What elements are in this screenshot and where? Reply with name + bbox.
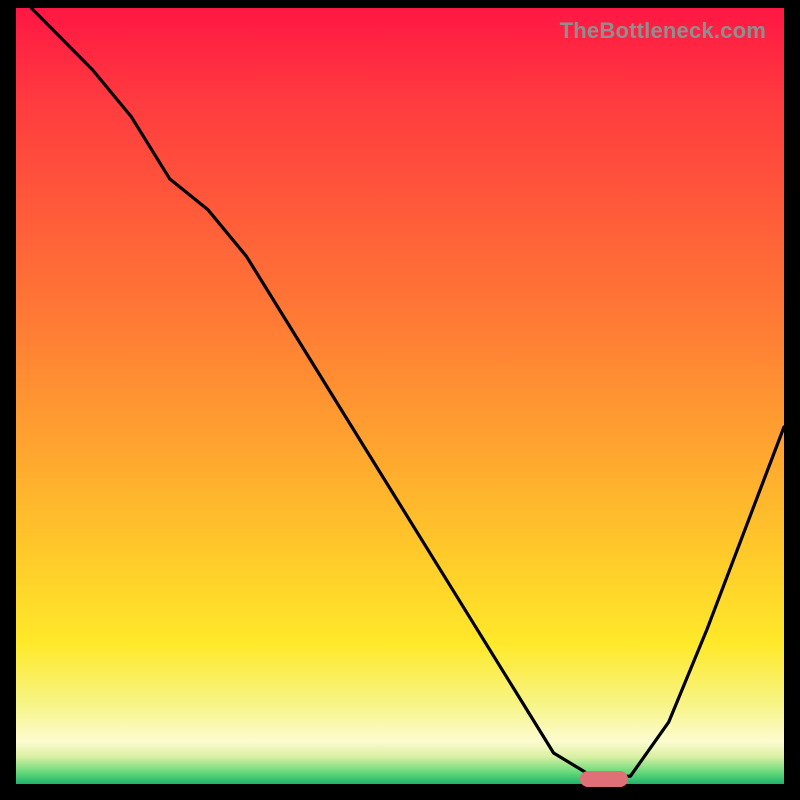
watermark-text: TheBottleneck.com (560, 18, 766, 44)
optimal-marker (580, 771, 628, 787)
plot-area: TheBottleneck.com (16, 8, 784, 784)
gradient-background (16, 8, 784, 784)
chart-svg (16, 8, 784, 784)
